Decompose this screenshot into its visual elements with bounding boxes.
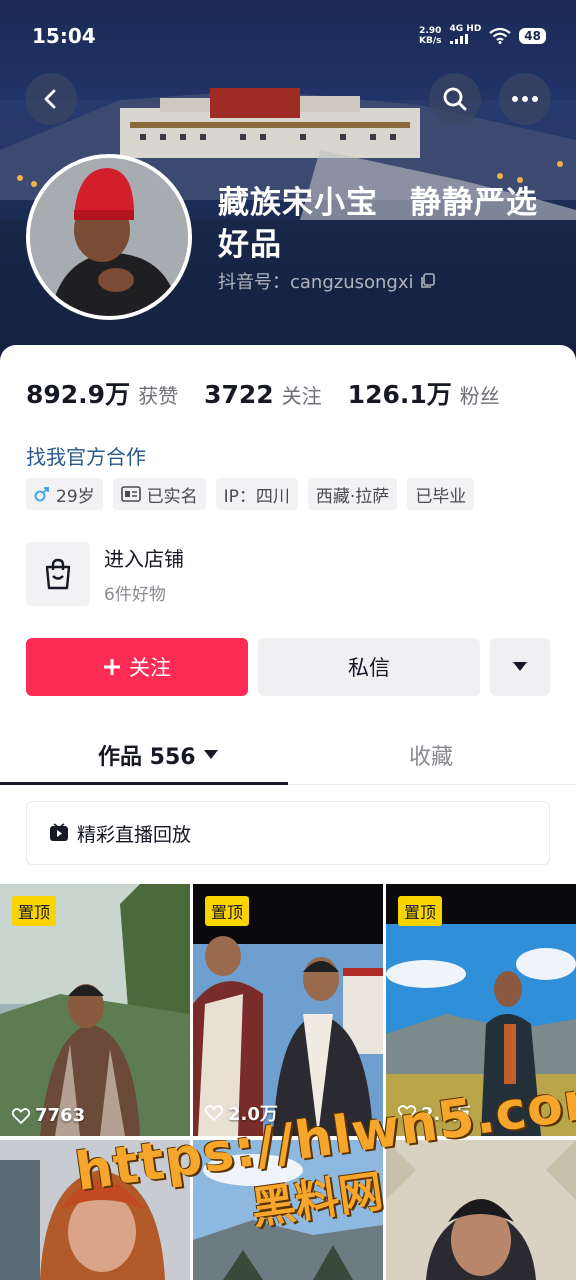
network-speed: 2.90 KB/s — [419, 25, 442, 46]
shop-icon-box — [26, 542, 90, 606]
content-tabs: 作品 556 收藏 — [0, 725, 576, 785]
status-bar: 15:04 2.90 KB/s 4G HD 48 — [32, 22, 546, 52]
wifi-icon — [489, 27, 511, 44]
shop-text: 进入店铺 6件好物 — [104, 543, 184, 605]
heart-icon — [12, 1107, 30, 1124]
likes-label: 获赞 — [138, 384, 179, 408]
pinned-badge: 置顶 — [12, 896, 57, 926]
follow-button[interactable]: 关注 — [26, 638, 248, 696]
back-button[interactable] — [25, 73, 77, 125]
profile-name: 藏族宋小宝 静静严选好品 — [218, 185, 538, 263]
recommend-dropdown-button[interactable] — [490, 638, 550, 696]
shop-entry[interactable]: 进入店铺 6件好物 — [26, 542, 184, 606]
active-tab-indicator — [0, 782, 288, 785]
copy-icon[interactable] — [420, 273, 436, 289]
heart-icon — [205, 1105, 223, 1121]
followers-label: 粉丝 — [459, 384, 500, 408]
profile-stats: 892.9万 获赞 3722 关注 126.1万 粉丝 — [26, 375, 526, 411]
followers-count[interactable]: 126.1万 — [348, 375, 452, 411]
tag-verified: 已实名 — [112, 478, 206, 510]
network-type: 4G HD — [449, 24, 481, 47]
cooperation-link[interactable]: 找我官方合作 — [26, 441, 146, 470]
pinned-badge: 置顶 — [398, 896, 443, 926]
chevron-left-icon — [44, 89, 56, 109]
following-label: 关注 — [281, 384, 322, 408]
likes-count[interactable]: 892.9万 — [26, 375, 130, 411]
douyin-id[interactable]: 抖音号：cangzusongxi — [218, 268, 436, 294]
battery-indicator: 48 — [519, 27, 546, 44]
pinned-badge: 置顶 — [205, 896, 250, 926]
message-button[interactable]: 私信 — [258, 638, 480, 696]
profile-banner: 15:04 2.90 KB/s 4G HD 48 藏族宋小宝 静静严选好品 抖音… — [0, 0, 576, 372]
following-count[interactable]: 3722 — [204, 380, 274, 409]
tag-education: 已毕业 — [407, 478, 475, 510]
shop-subtitle: 6件好物 — [104, 585, 166, 605]
live-replay-icon — [50, 823, 68, 841]
douyin-id-text: 抖音号：cangzusongxi — [218, 272, 414, 293]
status-time: 15:04 — [32, 24, 96, 48]
tab-favorites[interactable]: 收藏 — [409, 739, 453, 771]
tag-age: 29岁 — [26, 478, 103, 510]
video-thumbnail[interactable]: 置顶 2.0万 — [193, 884, 383, 1136]
triangle-down-icon — [203, 750, 218, 759]
live-replay-entry[interactable]: 精彩直播回放 — [26, 801, 550, 865]
shop-title: 进入店铺 — [104, 547, 184, 571]
more-dots-icon — [512, 96, 538, 102]
tab-works[interactable]: 作品 556 — [98, 739, 218, 771]
video-likes: 7763 — [12, 1105, 85, 1126]
video-thumbnail[interactable]: 置顶 7763 — [0, 884, 190, 1136]
tag-ip: IP：四川 — [215, 478, 298, 510]
more-button[interactable] — [499, 73, 551, 125]
id-card-icon — [120, 486, 141, 502]
avatar[interactable] — [26, 154, 192, 320]
status-indicators: 2.90 KB/s 4G HD 48 — [419, 24, 546, 47]
plus-icon — [104, 659, 120, 675]
signal-icon — [449, 34, 468, 44]
search-button[interactable] — [429, 73, 481, 125]
shopping-bag-icon — [45, 558, 71, 590]
avatar-image — [30, 158, 188, 316]
triangle-down-icon — [513, 662, 527, 671]
search-icon — [443, 87, 467, 111]
tag-location: 西藏·拉萨 — [307, 478, 398, 510]
male-icon — [34, 487, 49, 502]
profile-tags: 29岁 已实名 IP：四川 西藏·拉萨 已毕业 — [26, 478, 475, 510]
